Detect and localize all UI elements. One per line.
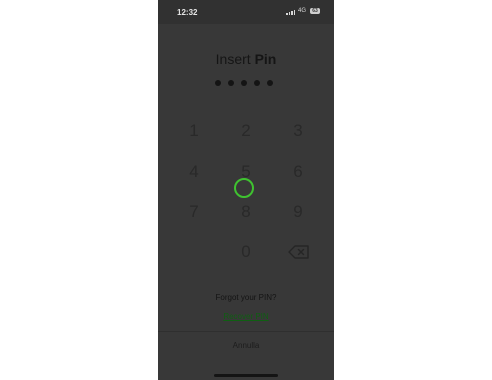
signal-icon [286, 9, 295, 15]
key-9[interactable]: 9 [278, 197, 318, 227]
key-1[interactable]: 1 [174, 116, 214, 146]
title-prefix: Insert [215, 51, 251, 67]
pin-dots [215, 80, 273, 86]
battery-icon: 63 [310, 8, 320, 14]
recover-pin-link[interactable]: Recover PIN [158, 312, 334, 321]
page-title: Insert Pin [158, 51, 334, 67]
key-6[interactable]: 6 [278, 157, 318, 187]
touch-indicator [234, 178, 254, 198]
network-label: 4G [298, 8, 307, 14]
pin-dot [215, 80, 221, 86]
pin-dot [228, 80, 234, 86]
key-8[interactable]: 8 [226, 197, 266, 227]
key-4[interactable]: 4 [174, 157, 214, 187]
status-bar: 12:32 4G 63 [158, 0, 334, 24]
key-0[interactable]: 0 [226, 237, 266, 267]
divider [158, 331, 334, 332]
cancel-button[interactable]: Annulla [158, 341, 334, 350]
title-bold: Pin [254, 51, 277, 67]
pin-screen: 12:32 4G 63 Insert Pin 1 2 3 4 5 6 7 8 9… [158, 0, 334, 380]
backspace-icon [288, 245, 309, 259]
pin-dot [254, 80, 260, 86]
key-3[interactable]: 3 [278, 116, 318, 146]
home-indicator [214, 374, 278, 377]
status-time: 12:32 [177, 8, 198, 17]
backspace-button[interactable] [279, 239, 319, 265]
key-7[interactable]: 7 [174, 197, 214, 227]
key-2[interactable]: 2 [226, 116, 266, 146]
pin-dot [241, 80, 247, 86]
pin-dot [267, 80, 273, 86]
forgot-pin-label: Forgot your PIN? [215, 293, 277, 302]
